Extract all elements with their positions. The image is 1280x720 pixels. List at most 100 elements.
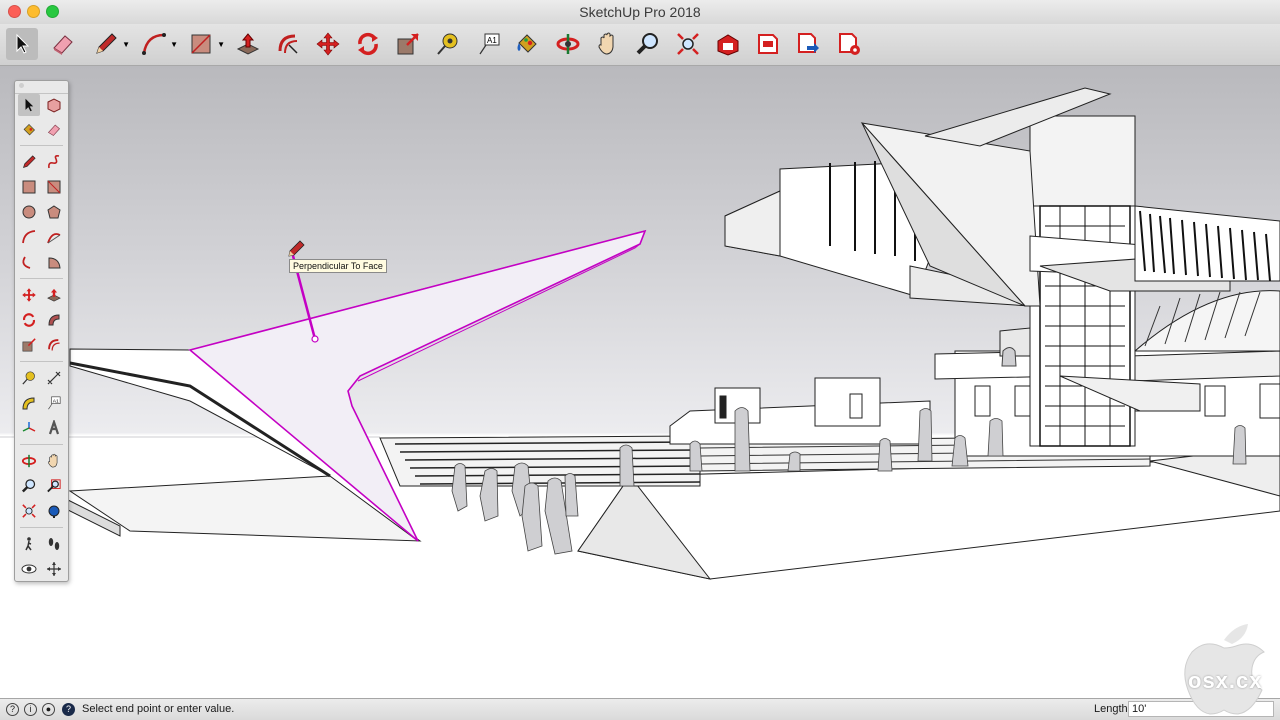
text-icon: A1 — [479, 33, 500, 55]
pencil-icon — [96, 33, 117, 54]
modeling-viewport[interactable]: Perpendicular To Face — [0, 66, 1280, 698]
palette-three-point-arc-button[interactable] — [18, 251, 40, 273]
zoom-icon — [21, 479, 36, 493]
scale-tool-button[interactable] — [392, 28, 424, 60]
credits-icon[interactable]: i — [24, 703, 37, 716]
palette-tape-measure-button[interactable] — [18, 367, 40, 389]
minimize-window-button[interactable] — [27, 5, 40, 18]
move-tool-button[interactable] — [312, 28, 344, 60]
push-pull-icon — [47, 288, 61, 302]
palette-rotated-rectangle-button[interactable] — [43, 176, 65, 198]
maximize-window-button[interactable] — [46, 5, 59, 18]
palette-move-button[interactable] — [18, 284, 40, 306]
palette-zoom-button[interactable] — [18, 475, 40, 497]
component-icon — [47, 98, 61, 113]
instructor-icon[interactable]: ? — [62, 703, 75, 716]
extension-manager-button[interactable] — [833, 28, 865, 60]
circle-icon — [22, 205, 36, 219]
palette-zoom-window-button[interactable] — [43, 475, 65, 497]
close-window-button[interactable] — [8, 5, 21, 18]
dropdown-arrow-icon[interactable]: ▼ — [217, 40, 225, 49]
paint-bucket-icon — [517, 34, 537, 53]
text-tool-button[interactable]: A1 — [473, 28, 505, 60]
pan-tool-button[interactable] — [592, 28, 624, 60]
offset-tool-button[interactable] — [272, 28, 304, 60]
dropdown-arrow-icon[interactable]: ▼ — [122, 40, 130, 49]
three-point-arc-icon — [22, 256, 31, 269]
palette-close-button[interactable] — [19, 83, 24, 88]
palette-select-button[interactable] — [18, 94, 40, 116]
dropdown-arrow-icon[interactable]: ▼ — [170, 40, 178, 49]
palette-paint-button[interactable] — [18, 119, 40, 141]
model-scene — [0, 87, 1280, 580]
palette-pie-button[interactable] — [43, 251, 65, 273]
palette-circle-button[interactable] — [18, 201, 40, 223]
tape-measure-tool-button[interactable] — [432, 28, 464, 60]
zoom-icon — [636, 33, 658, 55]
paint-bucket-tool-button[interactable] — [511, 28, 543, 60]
section-plane-icon — [47, 562, 61, 576]
arc-tool-button[interactable]: ▼ — [138, 28, 178, 60]
palette-orbit-button[interactable] — [18, 450, 40, 472]
push-pull-tool-button[interactable] — [232, 28, 264, 60]
palette-zoom-extents-button[interactable] — [18, 500, 40, 522]
palette-arc-button[interactable] — [18, 226, 40, 248]
palette-offset-button[interactable] — [43, 334, 65, 356]
palette-titlebar[interactable] — [15, 83, 68, 94]
move-icon — [316, 32, 340, 56]
rotate-tool-button[interactable] — [352, 28, 384, 60]
send-to-layout-button[interactable] — [792, 28, 824, 60]
palette-footprints-button[interactable] — [43, 533, 65, 555]
palette-protractor-button[interactable] — [18, 392, 40, 414]
window-controls — [8, 5, 59, 18]
shapes-tool-button[interactable]: ▼ — [185, 28, 225, 60]
palette-text-button[interactable]: A1 — [43, 392, 65, 414]
palette-two-point-arc-button[interactable] — [43, 226, 65, 248]
tool-palette: A1 — [14, 80, 69, 582]
follow-me-icon — [48, 314, 60, 326]
move-icon — [22, 288, 36, 302]
push-pull-icon — [236, 33, 260, 55]
line-tool-button[interactable]: ▼ — [90, 28, 130, 60]
eraser-icon — [47, 124, 60, 136]
palette-line-button[interactable] — [18, 151, 40, 173]
palette-divider — [20, 145, 63, 146]
main-toolbar: ▼ ▼ ▼ A1 — [0, 24, 1280, 66]
watermark-text: osx.cx — [1188, 668, 1263, 693]
warehouse-button[interactable] — [712, 28, 744, 60]
orbit-icon — [21, 454, 37, 468]
palette-rectangle-button[interactable] — [18, 176, 40, 198]
palette-freehand-button[interactable] — [43, 151, 65, 173]
geo-location-icon[interactable]: ? — [6, 703, 19, 716]
palette-walk-button[interactable] — [18, 533, 40, 555]
palette-follow-me-button[interactable] — [43, 309, 65, 331]
user-account-icon[interactable]: ● — [42, 703, 55, 716]
palette-look-around-button[interactable] — [18, 558, 40, 580]
text-icon: A1 — [48, 396, 61, 410]
eraser-tool-button[interactable] — [47, 28, 79, 60]
select-tool-button[interactable] — [6, 28, 38, 60]
extension-warehouse-button[interactable] — [752, 28, 784, 60]
palette-dimension-button[interactable] — [43, 367, 65, 389]
palette-component-button[interactable] — [43, 94, 65, 116]
arc-icon — [142, 33, 166, 55]
palette-3d-text-button[interactable] — [43, 417, 65, 439]
palette-position-camera-button[interactable] — [43, 500, 65, 522]
palette-push-pull-button[interactable] — [43, 284, 65, 306]
zoom-extents-tool-button[interactable] — [672, 28, 704, 60]
palette-pan-button[interactable] — [43, 450, 65, 472]
palette-scale-button[interactable] — [18, 334, 40, 356]
arc-icon — [22, 230, 36, 244]
warehouse-icon — [717, 34, 739, 56]
pencil-cursor-icon — [288, 240, 305, 257]
palette-axes-button[interactable] — [18, 417, 40, 439]
zoom-tool-button[interactable] — [632, 28, 664, 60]
dimension-icon — [47, 371, 61, 385]
palette-rotate-button[interactable] — [18, 309, 40, 331]
palette-polygon-button[interactable] — [43, 201, 65, 223]
orbit-tool-button[interactable] — [552, 28, 584, 60]
palette-eraser-button[interactable] — [43, 119, 65, 141]
rectangle-icon — [191, 34, 211, 54]
svg-text:A1: A1 — [487, 36, 497, 45]
palette-section-plane-button[interactable] — [43, 558, 65, 580]
